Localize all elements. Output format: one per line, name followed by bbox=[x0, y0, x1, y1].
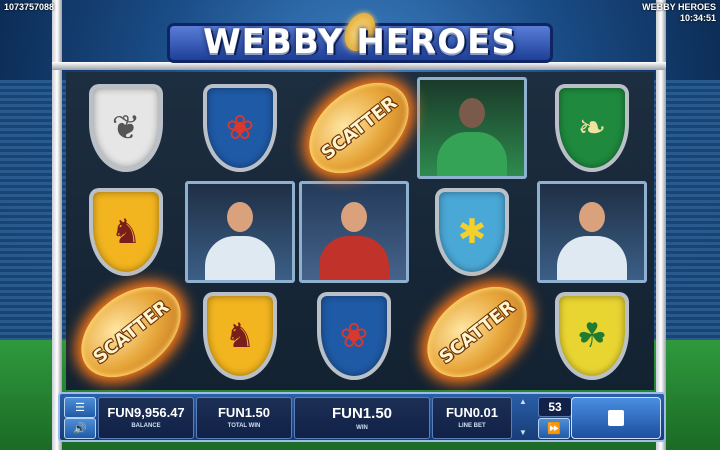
player-white-icon bbox=[185, 181, 295, 283]
symbol-player-green bbox=[416, 76, 528, 180]
reel-grid: ❦ ♞ ❀ ♞ ❀ ✱ ❧ ☘ SCATTER SCATTER SCATTER bbox=[64, 64, 654, 396]
springbok-icon: ❧ bbox=[555, 84, 629, 172]
speaker-icon: 🔊 bbox=[73, 423, 87, 435]
symbol-kangaroo-shield: ☘ bbox=[536, 284, 648, 388]
player-green-icon bbox=[417, 77, 527, 179]
control-bar: ☰ 🔊 FUN9,956.47 BALANCE FUN1.50 TOTAL WI… bbox=[58, 392, 666, 442]
player-jersey bbox=[319, 236, 389, 280]
lines-count: 53 bbox=[538, 397, 572, 417]
scatter-symbol: SCATTER bbox=[64, 268, 198, 396]
symbol-wolf-shield: ♞ bbox=[70, 180, 182, 284]
leopard-icon: ✱ bbox=[435, 188, 509, 276]
player-red-icon bbox=[299, 181, 409, 283]
fast-forward-icon: ⏩ bbox=[547, 423, 561, 435]
player-jersey bbox=[205, 236, 275, 280]
logo-text: WEBBY HEROES bbox=[203, 22, 517, 62]
symbol-leopard-shield: ✱ bbox=[416, 180, 528, 284]
wolf-icon: ♞ bbox=[89, 188, 163, 276]
session-id: 1073757088 bbox=[4, 2, 55, 12]
player-white-icon bbox=[537, 181, 647, 283]
player-head bbox=[459, 98, 485, 128]
symbol-wolf-shield: ♞ bbox=[184, 284, 296, 388]
hamburger-icon: ☰ bbox=[75, 402, 85, 414]
rooster-icon: ❀ bbox=[203, 84, 277, 172]
game-name: WEBBY HEROES bbox=[642, 2, 716, 12]
player-head bbox=[579, 202, 605, 232]
sound-button[interactable]: 🔊 bbox=[64, 418, 96, 439]
line-bet-label: LINE BET bbox=[458, 423, 486, 429]
line-bet-panel[interactable]: FUN0.01 LINE BET bbox=[432, 397, 512, 439]
scatter-label: SCATTER bbox=[317, 92, 401, 164]
player-head bbox=[227, 202, 253, 232]
rugby-ball-icon: SCATTER bbox=[292, 64, 426, 192]
game-logo: WEBBY HEROES bbox=[160, 7, 560, 68]
scatter-label: SCATTER bbox=[435, 296, 519, 368]
symbol-kiwi-shield: ❦ bbox=[70, 76, 182, 180]
scatter-symbol: SCATTER bbox=[410, 268, 544, 396]
player-jersey bbox=[557, 236, 627, 280]
win-value: FUN1.50 bbox=[331, 405, 393, 422]
wolf-icon: ♞ bbox=[203, 292, 277, 380]
spin-button[interactable] bbox=[571, 397, 661, 439]
rugby-ball-icon: SCATTER bbox=[410, 268, 544, 396]
player-jersey bbox=[437, 132, 507, 176]
scatter-label: SCATTER bbox=[89, 296, 173, 368]
total-win-label: TOTAL WIN bbox=[227, 423, 261, 429]
stop-square-icon bbox=[608, 410, 624, 426]
kiwi-icon: ❦ bbox=[89, 84, 163, 172]
symbol-player-white bbox=[184, 180, 296, 284]
balance-label: BALANCE bbox=[131, 423, 161, 429]
total-win-panel: FUN1.50 TOTAL WIN bbox=[196, 397, 292, 439]
balance-value: FUN9,956.47 bbox=[107, 405, 185, 420]
win-label: WIN bbox=[356, 425, 368, 431]
kangaroo-icon: ☘ bbox=[555, 292, 629, 380]
balance-panel: FUN9,956.47 BALANCE bbox=[98, 397, 194, 439]
symbol-rooster-shield: ❀ bbox=[184, 76, 296, 180]
scatter-symbol: SCATTER bbox=[292, 64, 426, 192]
player-head bbox=[341, 202, 367, 232]
clock: 10:34:51 bbox=[679, 13, 716, 23]
rugby-ball-icon: SCATTER bbox=[64, 268, 198, 396]
bet-stepper[interactable]: ▲ ▼ bbox=[512, 397, 534, 437]
menu-button[interactable]: ☰ bbox=[64, 397, 96, 418]
autoplay-button[interactable]: ⏩ bbox=[538, 418, 570, 439]
arrow-down-icon[interactable]: ▼ bbox=[519, 428, 527, 437]
symbol-player-white bbox=[536, 180, 648, 284]
line-bet-value: FUN0.01 bbox=[445, 405, 499, 420]
win-panel: FUN1.50 WIN bbox=[294, 397, 430, 439]
total-win-value: FUN1.50 bbox=[217, 405, 271, 420]
symbol-player-red bbox=[298, 180, 410, 284]
symbol-springbok-shield: ❧ bbox=[536, 76, 648, 180]
rooster-icon: ❀ bbox=[317, 292, 391, 380]
symbol-rooster-shield: ❀ bbox=[298, 284, 410, 388]
arrow-up-icon[interactable]: ▲ bbox=[519, 397, 527, 406]
